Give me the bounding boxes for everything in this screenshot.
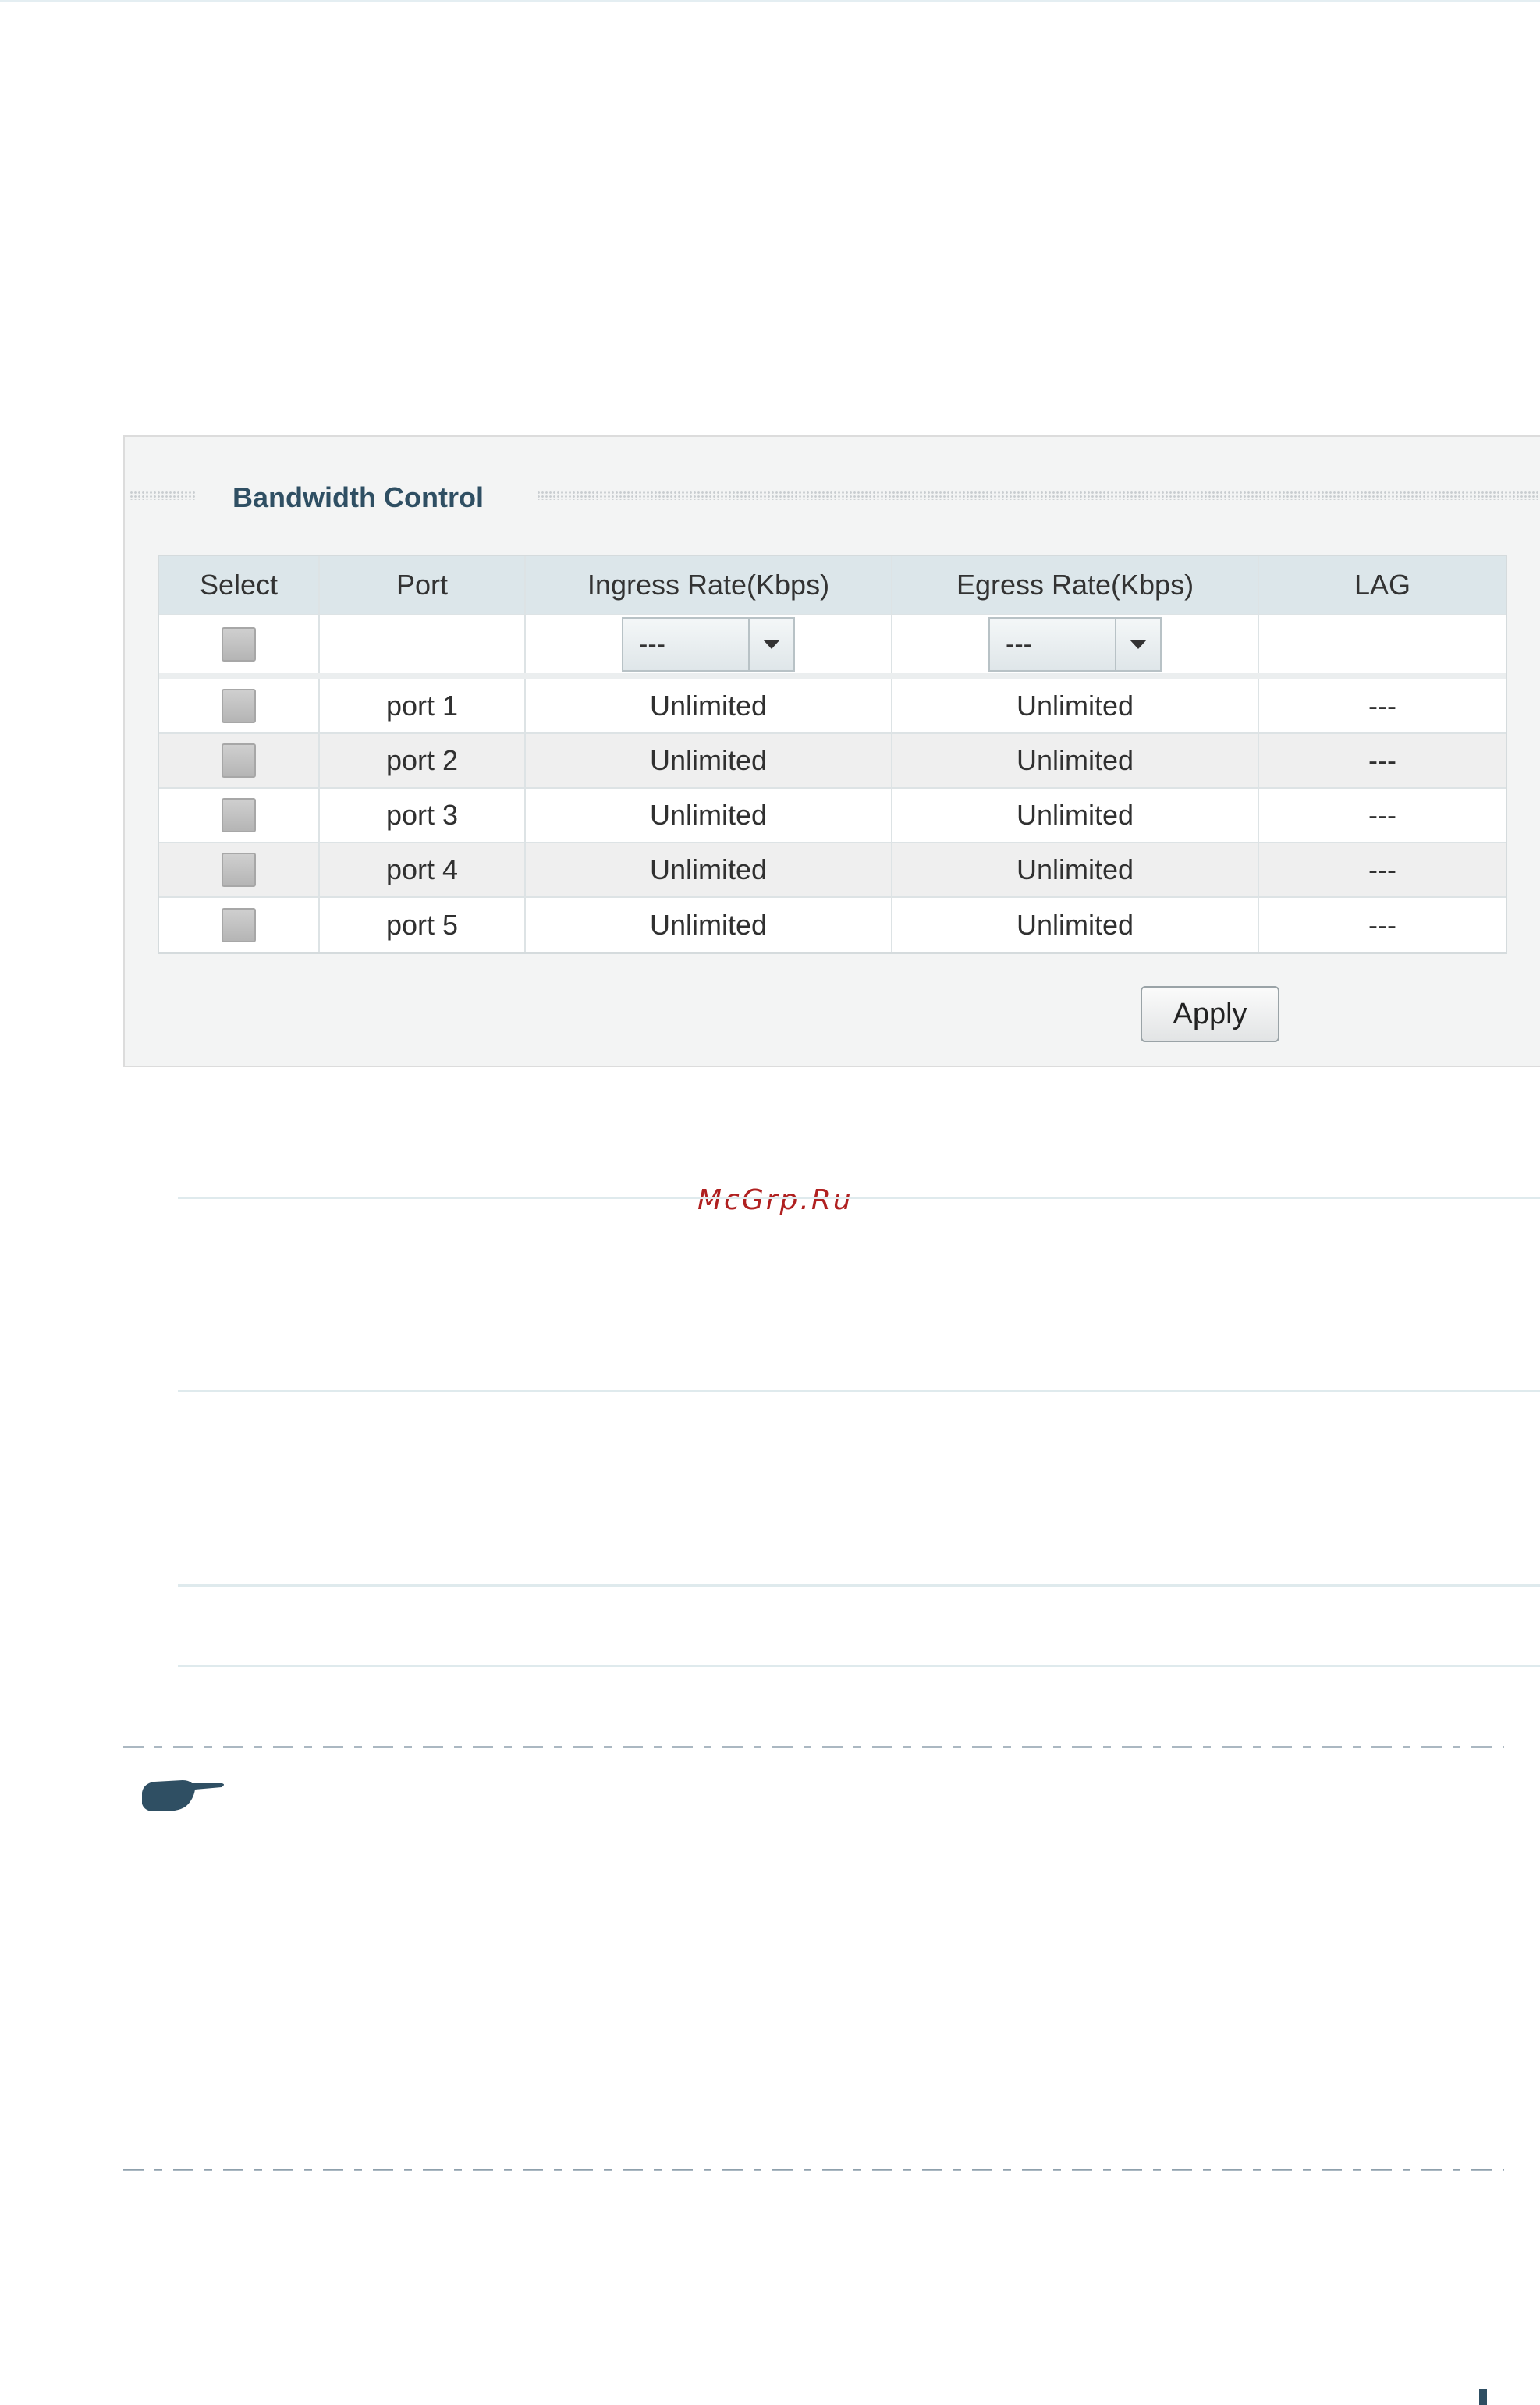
- row-checkbox[interactable]: [222, 743, 256, 778]
- egress-cell: Unlimited: [892, 679, 1259, 732]
- panel-title: Bandwidth Control: [232, 481, 484, 513]
- bandwidth-control-panel: Bandwidth Control Select Port Ingress Ra…: [123, 435, 1540, 1067]
- divider-line: [178, 1197, 1540, 1199]
- title-dots-left: [130, 491, 195, 500]
- egress-rate-select[interactable]: ---: [988, 617, 1162, 672]
- table-row: port 2 Unlimited Unlimited ---: [159, 734, 1506, 789]
- column-header-egress: Egress Rate(Kbps): [892, 556, 1259, 614]
- port-cell: port 1: [320, 679, 526, 732]
- row-checkbox[interactable]: [222, 798, 256, 832]
- lag-cell: ---: [1368, 909, 1396, 941]
- port-cell: port 3: [320, 789, 526, 842]
- lag-cell: ---: [1368, 799, 1396, 831]
- ingress-rate-select[interactable]: ---: [622, 617, 795, 672]
- watermark: McGrp.Ru: [697, 1184, 853, 1216]
- ingress-cell: Unlimited: [526, 898, 892, 952]
- note-top-dashed-line: [123, 1746, 1504, 1748]
- column-header-select: Select: [159, 556, 320, 614]
- divider-line: [178, 1665, 1540, 1667]
- triangle-down-icon: [763, 640, 780, 649]
- table-row: port 3 Unlimited Unlimited ---: [159, 789, 1506, 843]
- page-corner-mark: [1479, 2389, 1487, 2405]
- table-row: port 1 Unlimited Unlimited ---: [159, 679, 1506, 734]
- lag-cell: ---: [1368, 744, 1396, 776]
- port-cell: port 4: [320, 843, 526, 896]
- config-row: --- ---: [159, 615, 1506, 679]
- bandwidth-table: Select Port Ingress Rate(Kbps) Egress Ra…: [158, 555, 1507, 954]
- apply-button[interactable]: Apply: [1141, 986, 1279, 1042]
- column-header-lag: LAG: [1354, 569, 1411, 601]
- divider-line: [178, 1584, 1540, 1587]
- egress-cell: Unlimited: [892, 898, 1259, 952]
- egress-select-value: ---: [1006, 629, 1032, 659]
- lag-cell: ---: [1368, 853, 1396, 885]
- lag-cell: ---: [1368, 690, 1396, 722]
- table-row: port 4 Unlimited Unlimited ---: [159, 843, 1506, 898]
- note-bottom-dashed-line: [123, 2169, 1504, 2171]
- panel-titlebar: Bandwidth Control: [125, 480, 1540, 513]
- ingress-cell: Unlimited: [526, 789, 892, 842]
- select-all-checkbox[interactable]: [222, 627, 256, 662]
- row-checkbox[interactable]: [222, 853, 256, 887]
- egress-cell: Unlimited: [892, 789, 1259, 842]
- port-cell: port 2: [320, 734, 526, 787]
- ingress-cell: Unlimited: [526, 734, 892, 787]
- ingress-select-value: ---: [639, 629, 665, 659]
- table-row: port 5 Unlimited Unlimited ---: [159, 898, 1506, 952]
- row-checkbox[interactable]: [222, 908, 256, 942]
- port-cell: port 5: [320, 898, 526, 952]
- ingress-cell: Unlimited: [526, 679, 892, 732]
- divider-line: [178, 1390, 1540, 1392]
- top-rule: [0, 0, 1540, 2]
- pointing-hand-icon: [140, 1775, 226, 1814]
- column-header-port: Port: [320, 556, 526, 614]
- triangle-down-icon: [1130, 640, 1147, 649]
- ingress-cell: Unlimited: [526, 843, 892, 896]
- egress-cell: Unlimited: [892, 843, 1259, 896]
- column-header-ingress: Ingress Rate(Kbps): [526, 556, 892, 614]
- egress-cell: Unlimited: [892, 734, 1259, 787]
- row-checkbox[interactable]: [222, 689, 256, 723]
- table-header-row: Select Port Ingress Rate(Kbps) Egress Ra…: [159, 556, 1506, 615]
- title-dots-right: [537, 491, 1540, 500]
